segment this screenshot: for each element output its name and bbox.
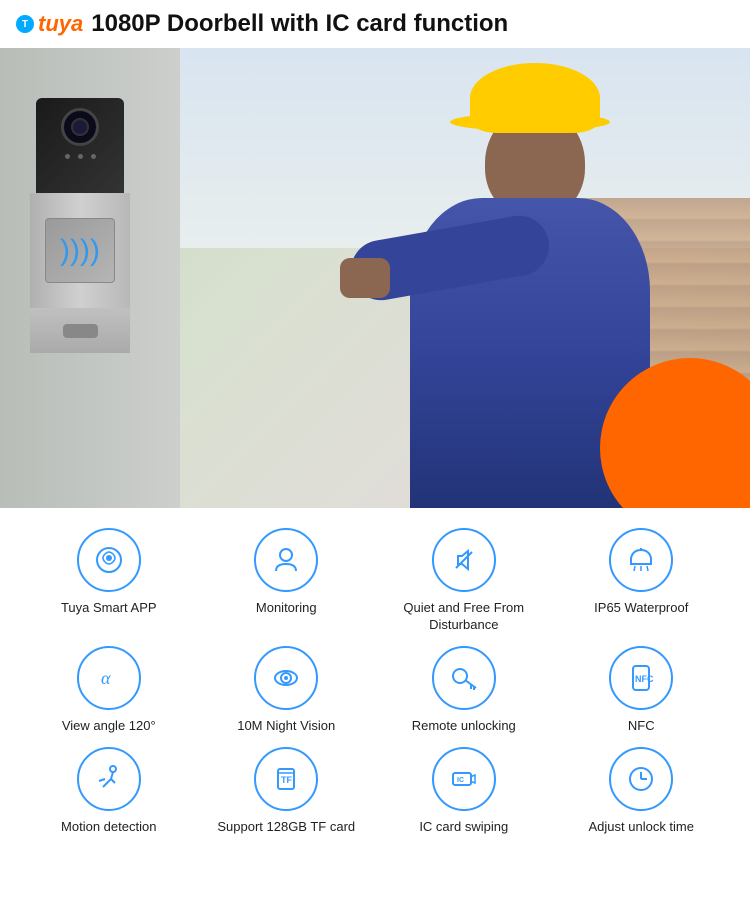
nfc-icon: NFC <box>609 646 673 710</box>
feature-nfc: NFC NFC <box>557 646 727 735</box>
waterproof-icon <box>609 528 673 592</box>
features-row-1: Tuya Smart APP Monitoring Quiet and Free… <box>16 528 734 634</box>
ir-light-3 <box>91 154 96 159</box>
features-row-3: Motion detection TF Support 128GB TF car… <box>16 747 734 836</box>
monitoring-label: Monitoring <box>256 600 317 617</box>
page-title: 1080P Doorbell with IC card function <box>91 10 508 38</box>
rfid-reader: )))) <box>45 218 115 283</box>
feature-remote-unlock: Remote unlocking <box>379 646 549 735</box>
doorbell-device: )))) <box>30 98 130 353</box>
motion-icon <box>77 747 141 811</box>
tuya-svg-icon <box>93 544 125 576</box>
night-vision-icon <box>254 646 318 710</box>
key-svg-icon <box>448 662 480 694</box>
unlock-time-label: Adjust unlock time <box>589 819 695 836</box>
feature-ic-card: IC IC card swiping <box>379 747 549 836</box>
remote-unlock-label: Remote unlocking <box>412 718 516 735</box>
eye-svg-icon <box>270 662 302 694</box>
quiet-svg-icon <box>448 544 480 576</box>
camera-lens-outer <box>61 108 99 146</box>
svg-text:TF: TF <box>281 775 292 785</box>
features-section: Tuya Smart APP Monitoring Quiet and Free… <box>0 508 750 856</box>
hero-section: )))) 2022-06-06 16:10:00 16:28 <box>0 48 750 508</box>
tuya-brand-icon: T <box>16 15 34 33</box>
ic-svg-icon: IC <box>448 763 480 795</box>
night-vision-label: 10M Night Vision <box>237 718 335 735</box>
tuya-app-icon <box>77 528 141 592</box>
feature-quiet: Quiet and Free From Disturbance <box>379 528 549 634</box>
feature-motion: Motion detection <box>24 747 194 836</box>
svg-text:α: α <box>101 668 111 688</box>
clock-svg-icon <box>625 763 657 795</box>
tf-svg-icon: TF <box>270 763 302 795</box>
doorbell-camera-section <box>36 98 124 193</box>
quiet-icon <box>432 528 496 592</box>
ir-light-1 <box>65 154 70 159</box>
hero-image: )))) 2022-06-06 16:10:00 16:28 <box>0 48 750 508</box>
sd-card-icon: TF <box>254 747 318 811</box>
feature-unlock-time: Adjust unlock time <box>557 747 727 836</box>
feature-monitoring: Monitoring <box>202 528 372 634</box>
waterproof-svg-icon <box>625 544 657 576</box>
person-hand <box>340 258 390 298</box>
feature-view-angle: α View angle 120° <box>24 646 194 735</box>
nfc-label: NFC <box>628 718 655 735</box>
tuya-logo: T tuya <box>16 11 83 37</box>
page-header: T tuya 1080P Doorbell with IC card funct… <box>0 0 750 48</box>
view-angle-icon: α <box>77 646 141 710</box>
sd-card-label: Support 128GB TF card <box>217 819 355 836</box>
nfc-svg-icon: NFC <box>625 662 657 694</box>
ir-lights <box>65 154 96 159</box>
feature-sd-card: TF Support 128GB TF card <box>202 747 372 836</box>
doorbell-button-section <box>30 308 130 353</box>
features-row-2: α View angle 120° 10M Night Vision <box>16 646 734 735</box>
doorbell-rfid-section: )))) <box>30 193 130 308</box>
rfid-icon: )))) <box>60 234 100 268</box>
ic-card-icon: IC <box>432 747 496 811</box>
monitoring-icon <box>254 528 318 592</box>
camera-lens-inner <box>71 118 89 136</box>
feature-night-vision: 10M Night Vision <box>202 646 372 735</box>
angle-svg-icon: α <box>93 662 125 694</box>
motion-label: Motion detection <box>61 819 156 836</box>
tuya-app-label: Tuya Smart APP <box>61 600 157 617</box>
bell-button <box>63 324 98 338</box>
tuya-brand-name: tuya <box>38 11 83 37</box>
person-hat-brim <box>450 113 610 131</box>
ir-light-2 <box>78 154 83 159</box>
motion-svg-icon <box>93 763 125 795</box>
ic-card-label: IC card swiping <box>419 819 508 836</box>
view-angle-label: View angle 120° <box>62 718 156 735</box>
monitoring-svg-icon <box>270 544 302 576</box>
svg-text:IC: IC <box>457 777 464 784</box>
quiet-label: Quiet and Free From Disturbance <box>379 600 549 634</box>
remote-unlock-icon <box>432 646 496 710</box>
feature-tuya-app: Tuya Smart APP <box>24 528 194 634</box>
feature-waterproof: IP65 Waterproof <box>557 528 727 634</box>
waterproof-label: IP65 Waterproof <box>594 600 688 617</box>
unlock-time-icon <box>609 747 673 811</box>
svg-text:NFC: NFC <box>635 674 654 684</box>
